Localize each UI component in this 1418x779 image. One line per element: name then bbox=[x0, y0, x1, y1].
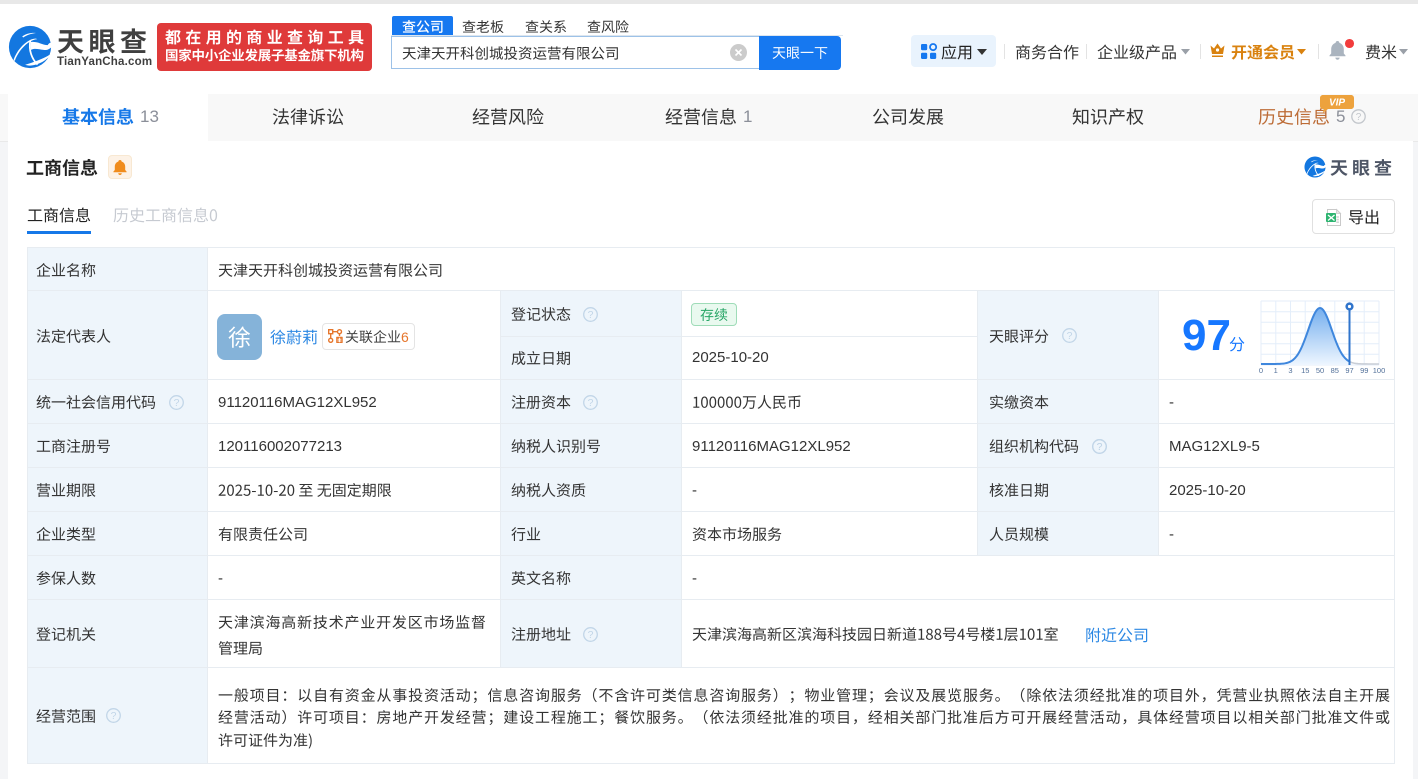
svg-text:?: ? bbox=[110, 710, 116, 722]
svg-text:?: ? bbox=[587, 309, 593, 321]
svg-text:?: ? bbox=[1356, 112, 1362, 123]
svg-text:?: ? bbox=[1096, 441, 1102, 453]
svg-text:VIP: VIP bbox=[1329, 98, 1345, 109]
svg-text:?: ? bbox=[587, 397, 593, 409]
svg-text:?: ? bbox=[1066, 330, 1072, 342]
svg-text:?: ? bbox=[174, 397, 180, 409]
svg-text:?: ? bbox=[587, 629, 593, 641]
